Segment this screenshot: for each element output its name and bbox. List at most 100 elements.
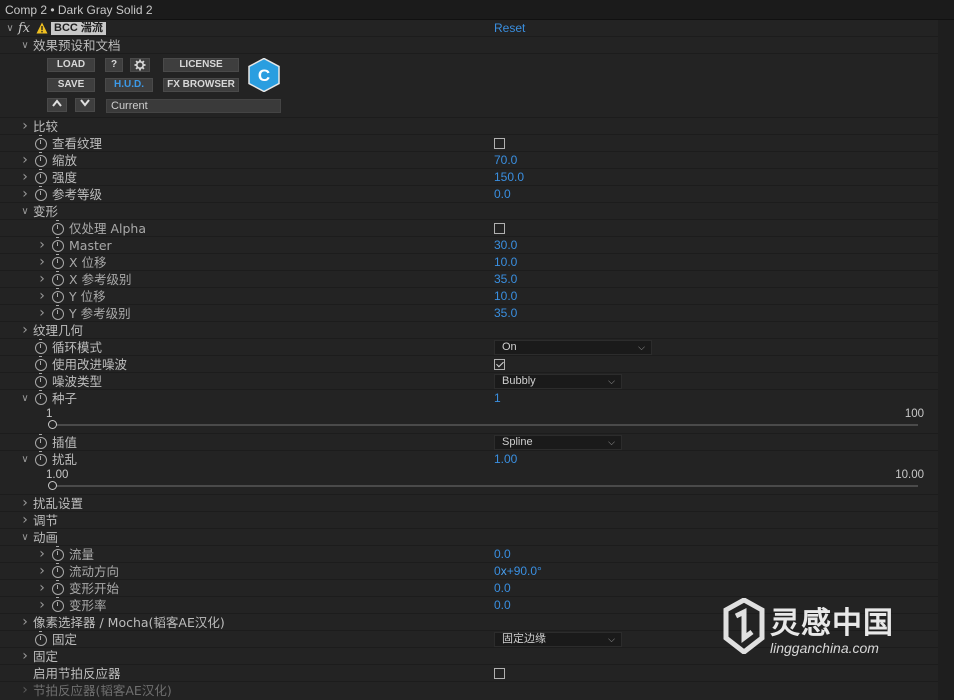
stopwatch-icon[interactable] xyxy=(35,390,47,405)
chevron-right-icon[interactable] xyxy=(20,186,30,203)
chevron-right-icon[interactable] xyxy=(20,682,30,699)
stopwatch-icon[interactable] xyxy=(52,271,64,286)
loop-mode-select[interactable]: On ⌵ xyxy=(494,340,652,355)
chevron-right-icon[interactable] xyxy=(37,271,47,288)
stopwatch-icon[interactable] xyxy=(52,546,64,561)
stopwatch-icon[interactable] xyxy=(35,186,47,201)
chevron-right-icon[interactable] xyxy=(37,580,47,597)
stopwatch-icon[interactable] xyxy=(52,305,64,320)
save-button[interactable]: SAVE xyxy=(47,78,95,92)
stopwatch-icon[interactable] xyxy=(52,254,64,269)
flow-value[interactable]: 0.0 xyxy=(494,546,511,563)
stopwatch-icon[interactable] xyxy=(35,451,47,466)
compare-group[interactable]: 比较 xyxy=(0,118,938,135)
stopwatch-icon[interactable] xyxy=(52,288,64,303)
chevron-right-icon[interactable] xyxy=(20,495,30,512)
view-texture-row: 查看纹理 xyxy=(0,135,938,152)
fx-label[interactable]: fx xyxy=(18,20,30,37)
preset-down-button[interactable] xyxy=(75,98,95,112)
chevron-right-icon[interactable] xyxy=(20,614,30,631)
beat-reactor-checkbox[interactable] xyxy=(494,668,505,679)
reset-link[interactable]: Reset xyxy=(494,20,525,37)
master-value[interactable]: 30.0 xyxy=(494,237,517,254)
load-button[interactable]: LOAD xyxy=(47,58,95,72)
seed-slider[interactable]: 1 100 xyxy=(0,407,938,434)
preset-up-button[interactable] xyxy=(47,98,67,112)
ref-level-value[interactable]: 0.0 xyxy=(494,186,511,203)
settings-button[interactable] xyxy=(130,58,150,72)
view-texture-checkbox[interactable] xyxy=(494,138,505,149)
stopwatch-icon[interactable] xyxy=(35,135,47,150)
stopwatch-icon[interactable] xyxy=(35,434,47,449)
stopwatch-icon[interactable] xyxy=(35,169,47,184)
presets-group[interactable]: 效果预设和文档 xyxy=(0,37,938,54)
x-ref-value[interactable]: 35.0 xyxy=(494,271,517,288)
stopwatch-icon[interactable] xyxy=(35,356,47,371)
scrollbar[interactable] xyxy=(938,20,954,700)
chevron-right-icon[interactable] xyxy=(37,597,47,614)
y-ref-value[interactable]: 35.0 xyxy=(494,305,517,322)
disturb-slider-track[interactable] xyxy=(52,485,918,487)
chevron-right-icon[interactable] xyxy=(37,563,47,580)
chevron-down-icon[interactable] xyxy=(5,20,15,37)
chevron-right-icon[interactable] xyxy=(20,118,30,135)
strength-value[interactable]: 150.0 xyxy=(494,169,524,186)
help-button[interactable]: ? xyxy=(105,58,123,72)
morph-start-value[interactable]: 0.0 xyxy=(494,580,511,597)
transform-group[interactable]: 变形 xyxy=(0,203,938,220)
noise-type-select[interactable]: Bubbly ⌵ xyxy=(494,374,622,389)
chevron-down-icon[interactable] xyxy=(20,451,30,468)
license-button[interactable]: LICENSE xyxy=(163,58,239,72)
beat-reactor-group[interactable]: 节拍反应器(韬客AE汉化) xyxy=(0,682,938,699)
disturb-settings-group[interactable]: 扰乱设置 xyxy=(0,495,938,512)
chevron-down-icon[interactable] xyxy=(20,390,30,407)
stopwatch-icon[interactable] xyxy=(52,563,64,578)
flow-dir-value[interactable]: 0x+90.0° xyxy=(494,563,542,580)
chevron-right-icon[interactable] xyxy=(20,512,30,529)
alpha-only-checkbox[interactable] xyxy=(494,223,505,234)
stopwatch-icon[interactable] xyxy=(52,237,64,252)
adjust-group[interactable]: 调节 xyxy=(0,512,938,529)
chevron-right-icon[interactable] xyxy=(37,546,47,563)
chevron-right-icon[interactable] xyxy=(20,169,30,186)
stopwatch-icon[interactable] xyxy=(35,631,47,646)
chevron-right-icon[interactable] xyxy=(37,288,47,305)
fixed-select[interactable]: 固定边缘 ⌵ xyxy=(494,632,622,647)
chevron-right-icon[interactable] xyxy=(20,322,30,339)
effect-name[interactable]: BCC 湍流 xyxy=(51,22,106,35)
chevron-down-icon[interactable] xyxy=(20,203,30,220)
stopwatch-icon[interactable] xyxy=(35,339,47,354)
hud-button[interactable]: H.U.D. xyxy=(105,78,153,92)
chevron-down-icon[interactable] xyxy=(20,37,30,54)
interp-select[interactable]: Spline ⌵ xyxy=(494,435,622,450)
stopwatch-icon[interactable] xyxy=(52,580,64,595)
seed-value[interactable]: 1 xyxy=(494,390,501,407)
scale-value[interactable]: 70.0 xyxy=(494,152,517,169)
chevron-right-icon[interactable] xyxy=(37,305,47,322)
stopwatch-icon[interactable] xyxy=(35,152,47,167)
flow-dir-revolutions[interactable]: 0 xyxy=(494,564,501,578)
stopwatch-icon[interactable] xyxy=(35,373,47,388)
animation-group[interactable]: 动画 xyxy=(0,529,938,546)
disturb-value[interactable]: 1.00 xyxy=(494,451,517,468)
fx-browser-button[interactable]: FX BROWSER xyxy=(163,78,239,92)
y-offset-value[interactable]: 10.0 xyxy=(494,288,517,305)
effect-header[interactable]: fx BCC 湍流 Reset xyxy=(0,20,938,37)
chevron-right-icon[interactable] xyxy=(20,152,30,169)
current-preset-field[interactable]: Current xyxy=(106,99,281,113)
improved-noise-checkbox[interactable] xyxy=(494,359,505,370)
flow-dir-degrees[interactable]: +90.0° xyxy=(507,564,542,578)
x-offset-value[interactable]: 10.0 xyxy=(494,254,517,271)
seed-slider-knob[interactable] xyxy=(48,420,57,429)
chevron-down-icon[interactable] xyxy=(20,529,30,546)
stopwatch-icon[interactable] xyxy=(52,597,64,612)
disturb-slider-knob[interactable] xyxy=(48,481,57,490)
chevron-right-icon[interactable] xyxy=(37,254,47,271)
stopwatch-icon[interactable] xyxy=(52,220,64,235)
disturb-slider[interactable]: 1.00 10.00 xyxy=(0,468,938,495)
morph-rate-value[interactable]: 0.0 xyxy=(494,597,511,614)
tex-geometry-group[interactable]: 纹理几何 xyxy=(0,322,938,339)
seed-slider-track[interactable] xyxy=(52,424,918,426)
chevron-right-icon[interactable] xyxy=(37,237,47,254)
chevron-right-icon[interactable] xyxy=(20,648,30,665)
